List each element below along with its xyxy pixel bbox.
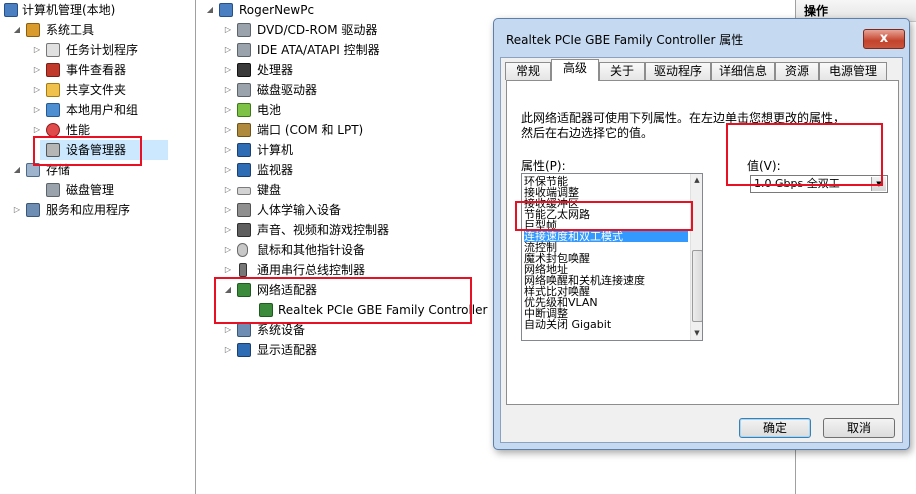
collapse-arrow-icon[interactable]: ◢ xyxy=(12,20,22,40)
tree-item-label: 本地用户和组 xyxy=(66,103,139,117)
device-category-label: IDE ATA/ATAPI 控制器 xyxy=(257,43,380,57)
expand-arrow-icon[interactable]: ▷ xyxy=(223,160,233,180)
disk-management-icon xyxy=(46,183,60,197)
expand-arrow-icon[interactable]: ▷ xyxy=(223,240,233,260)
computer-name-label: RogerNewPc xyxy=(239,3,315,17)
device-category-label: 声音、视频和游戏控制器 xyxy=(257,223,390,237)
expand-arrow-icon[interactable]: ▷ xyxy=(32,80,42,100)
event-viewer-icon xyxy=(46,63,60,77)
ok-button[interactable]: 确定 xyxy=(739,418,811,438)
scrollbar-thumb[interactable] xyxy=(692,250,702,322)
collapse-arrow-icon[interactable]: ◢ xyxy=(205,0,215,20)
device-category-label: 电池 xyxy=(257,103,282,117)
tree-root-label: 计算机管理(本地) xyxy=(22,3,116,17)
expand-arrow-icon[interactable]: ▷ xyxy=(223,80,233,100)
expand-arrow-icon[interactable]: ▷ xyxy=(12,200,22,220)
highlight-link-speed-property xyxy=(515,201,693,231)
property-label: 属性(P): xyxy=(521,159,566,173)
expand-arrow-icon[interactable]: ▷ xyxy=(223,200,233,220)
expand-arrow-icon[interactable]: ▷ xyxy=(32,100,42,120)
dialog-title: Realtek PCIe GBE Family Controller 属性 xyxy=(506,33,744,47)
expand-arrow-icon[interactable]: ▷ xyxy=(223,120,233,140)
tree-item-label: 共享文件夹 xyxy=(66,83,127,97)
device-category-label: 键盘 xyxy=(257,183,282,197)
device-category-label: 显示适配器 xyxy=(257,343,318,357)
list-item[interactable]: 自动关闭 Gigabit xyxy=(524,319,688,330)
computer-management-icon xyxy=(4,3,18,17)
tab-resources[interactable]: 资源 xyxy=(775,62,819,80)
dialog-body: 常规 高级 关于 驱动程序 详细信息 资源 电源管理 此网络适配器可使用下列属性… xyxy=(500,57,903,443)
tree-item-label: 事件查看器 xyxy=(66,63,127,77)
device-category-label: 监视器 xyxy=(257,163,294,177)
highlight-device-manager xyxy=(33,136,142,166)
tab-driver[interactable]: 驱动程序 xyxy=(645,62,711,80)
tree-item-label: 任务计划程序 xyxy=(66,43,139,57)
expand-arrow-icon[interactable]: ▷ xyxy=(223,140,233,160)
device-category-label: 计算机 xyxy=(257,143,294,157)
tree-item-label: 系统工具 xyxy=(46,23,95,37)
users-icon xyxy=(46,103,60,117)
collapse-arrow-icon[interactable]: ◢ xyxy=(12,160,22,180)
scroll-down-icon[interactable]: ▼ xyxy=(691,327,702,339)
tab-advanced[interactable]: 高级 xyxy=(551,59,599,81)
device-category-label: 端口 (COM 和 LPT) xyxy=(257,123,364,137)
expand-arrow-icon[interactable]: ▷ xyxy=(223,60,233,80)
performance-icon xyxy=(46,123,60,137)
expand-arrow-icon[interactable]: ▷ xyxy=(223,180,233,200)
disk-drive-icon xyxy=(237,83,251,97)
dvd-drive-icon xyxy=(237,23,251,37)
highlight-value-field xyxy=(726,123,883,186)
system-device-icon xyxy=(237,323,251,337)
expand-arrow-icon[interactable]: ▷ xyxy=(223,340,233,360)
mouse-icon xyxy=(237,243,248,257)
tab-details[interactable]: 详细信息 xyxy=(711,62,775,80)
device-category-label: 处理器 xyxy=(257,63,294,77)
property-list[interactable]: 环保节能 接收端调整 接收缓冲区 节能乙太网路 巨型帧 连接速度和双工模式 流控… xyxy=(521,173,703,341)
shared-folder-icon xyxy=(46,83,60,97)
hid-icon xyxy=(237,203,251,217)
keyboard-icon xyxy=(237,187,251,195)
expand-arrow-icon[interactable]: ▷ xyxy=(223,220,233,240)
usb-icon xyxy=(239,263,247,277)
services-icon xyxy=(26,203,40,217)
processor-icon xyxy=(237,63,251,77)
battery-icon xyxy=(237,103,251,117)
close-button[interactable]: x xyxy=(863,29,905,49)
properties-dialog: Realtek PCIe GBE Family Controller 属性 x … xyxy=(493,18,910,450)
tools-icon xyxy=(26,23,40,37)
expand-arrow-icon[interactable]: ▷ xyxy=(32,60,42,80)
computer-icon xyxy=(237,143,251,157)
device-category-label: DVD/CD-ROM 驱动器 xyxy=(257,23,378,37)
tab-general[interactable]: 常规 xyxy=(505,62,551,80)
speaker-icon xyxy=(237,223,251,237)
expand-arrow-icon[interactable]: ▷ xyxy=(32,40,42,60)
highlight-network-adapter xyxy=(214,277,472,324)
tree-item-label: 磁盘管理 xyxy=(66,183,115,197)
device-category-label: 磁盘驱动器 xyxy=(257,83,318,97)
device-category-label: 鼠标和其他指针设备 xyxy=(257,243,366,257)
expand-arrow-icon[interactable]: ▷ xyxy=(223,40,233,60)
scroll-up-icon[interactable]: ▲ xyxy=(691,174,702,186)
ide-controller-icon xyxy=(237,43,251,57)
tab-about[interactable]: 关于 xyxy=(599,62,645,80)
monitor-icon xyxy=(237,163,251,177)
computer-icon xyxy=(219,3,233,17)
cancel-button[interactable]: 取消 xyxy=(823,418,895,438)
display-adapter-icon xyxy=(237,343,251,357)
port-icon xyxy=(237,123,251,137)
vertical-scrollbar[interactable]: ▲ ▼ xyxy=(690,174,702,340)
expand-arrow-icon[interactable]: ▷ xyxy=(223,100,233,120)
task-scheduler-icon xyxy=(46,43,60,57)
navigation-tree: 计算机管理(本地) ◢ 系统工具 ▷ 任务计划程序 ▷ 事件查看器 ▷ 共享文件… xyxy=(0,0,196,494)
tree-item-label: 服务和应用程序 xyxy=(46,203,131,217)
expand-arrow-icon[interactable]: ▷ xyxy=(223,20,233,40)
tab-power-management[interactable]: 电源管理 xyxy=(819,62,887,80)
device-category-label: 人体学输入设备 xyxy=(257,203,342,217)
